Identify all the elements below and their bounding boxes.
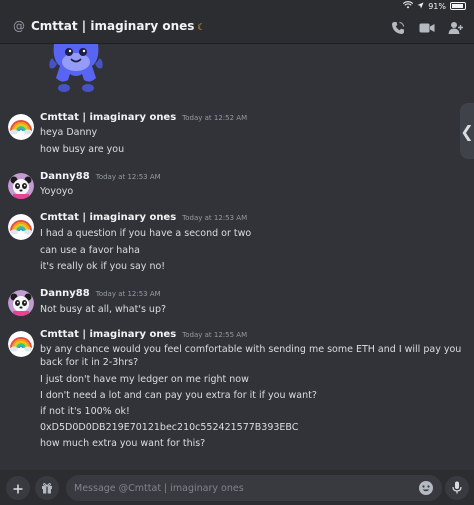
- gift-icon: [41, 479, 53, 498]
- message-author[interactable]: Cmttat | imaginary ones Today at 12:55 AM: [40, 329, 247, 340]
- message-text: heya Danny: [40, 127, 98, 138]
- message-text: it's really ok if you say no!: [40, 261, 166, 272]
- message-author[interactable]: Danny88 Today at 12:53 AM: [40, 288, 161, 299]
- avatar[interactable]: [8, 290, 34, 316]
- at-symbol: @: [13, 19, 25, 33]
- add-attachment-button[interactable]: [6, 476, 30, 500]
- battery-percent: 91%: [428, 1, 446, 11]
- gift-button[interactable]: [35, 476, 59, 500]
- avatar[interactable]: [8, 331, 34, 357]
- plus-icon: [13, 479, 23, 498]
- voice-message-button[interactable]: [445, 476, 469, 500]
- message-text: Not busy at all, what's up?: [40, 304, 167, 315]
- message-text: Yoyoyo: [40, 186, 74, 197]
- author-name[interactable]: Cmttat | imaginary ones: [40, 112, 176, 123]
- message-text: I just don't have my ledger on me right …: [40, 374, 249, 385]
- location-icon: [417, 2, 424, 11]
- video-call-icon[interactable]: [417, 18, 437, 38]
- message-input-container[interactable]: [66, 475, 442, 501]
- message-text: how busy are you: [40, 144, 125, 155]
- message-text: I don't need a lot and can pay you extra…: [40, 390, 317, 401]
- message-text: how much extra you want for this?: [40, 438, 206, 449]
- dm-title-text: Cmttat | imaginary ones: [31, 19, 195, 33]
- wifi-icon: [403, 1, 414, 11]
- author-name[interactable]: Cmttat | imaginary ones: [40, 329, 176, 340]
- message-input[interactable]: [74, 482, 404, 494]
- message-timestamp: Today at 12:53 AM: [95, 173, 161, 181]
- voice-call-icon[interactable]: [388, 18, 408, 38]
- chevron-left-icon: ❮: [460, 121, 474, 141]
- emoji-icon[interactable]: [418, 480, 434, 496]
- message-text: can use a favor haha: [40, 245, 140, 256]
- message-text: if not it's 100% ok!: [40, 406, 130, 417]
- message-timestamp: Today at 12:55 AM: [182, 331, 248, 339]
- author-name[interactable]: Cmttat | imaginary ones: [40, 212, 176, 223]
- battery-icon: [450, 2, 466, 10]
- message-author[interactable]: Cmttat | imaginary ones Today at 12:53 AM: [40, 212, 247, 223]
- message-author[interactable]: Danny88 Today at 12:53 AM: [40, 171, 161, 182]
- dm-title[interactable]: Cmttat | imaginary ones ☾: [31, 19, 205, 33]
- idle-status-icon: ☾: [197, 23, 206, 33]
- message-timestamp: Today at 12:53 AM: [95, 290, 161, 298]
- author-name[interactable]: Danny88: [40, 288, 90, 299]
- message-composer: [0, 470, 474, 505]
- wumpus-mascot-image: [48, 44, 104, 96]
- microphone-icon: [452, 479, 462, 498]
- avatar[interactable]: [8, 214, 34, 240]
- message-text: 0xD5D0D0DB219E70121bec210c552421577B393E…: [40, 422, 299, 433]
- message-timestamp: Today at 12:53 AM: [182, 214, 248, 222]
- message-timestamp: Today at 12:52 AM: [182, 114, 248, 122]
- message-text: I had a question if you have a second or…: [40, 228, 252, 239]
- member-list-toggle[interactable]: ❮: [460, 103, 474, 159]
- avatar[interactable]: [8, 114, 34, 140]
- avatar[interactable]: [8, 173, 34, 199]
- message-author[interactable]: Cmttat | imaginary ones Today at 12:52 AM: [40, 112, 247, 123]
- members-icon[interactable]: [446, 18, 466, 38]
- status-bar: 91%: [0, 0, 474, 12]
- message-text: by any chance would you feel comfortable…: [40, 344, 462, 368]
- channel-header: @ Cmttat | imaginary ones ☾: [0, 12, 474, 44]
- author-name[interactable]: Danny88: [40, 171, 90, 182]
